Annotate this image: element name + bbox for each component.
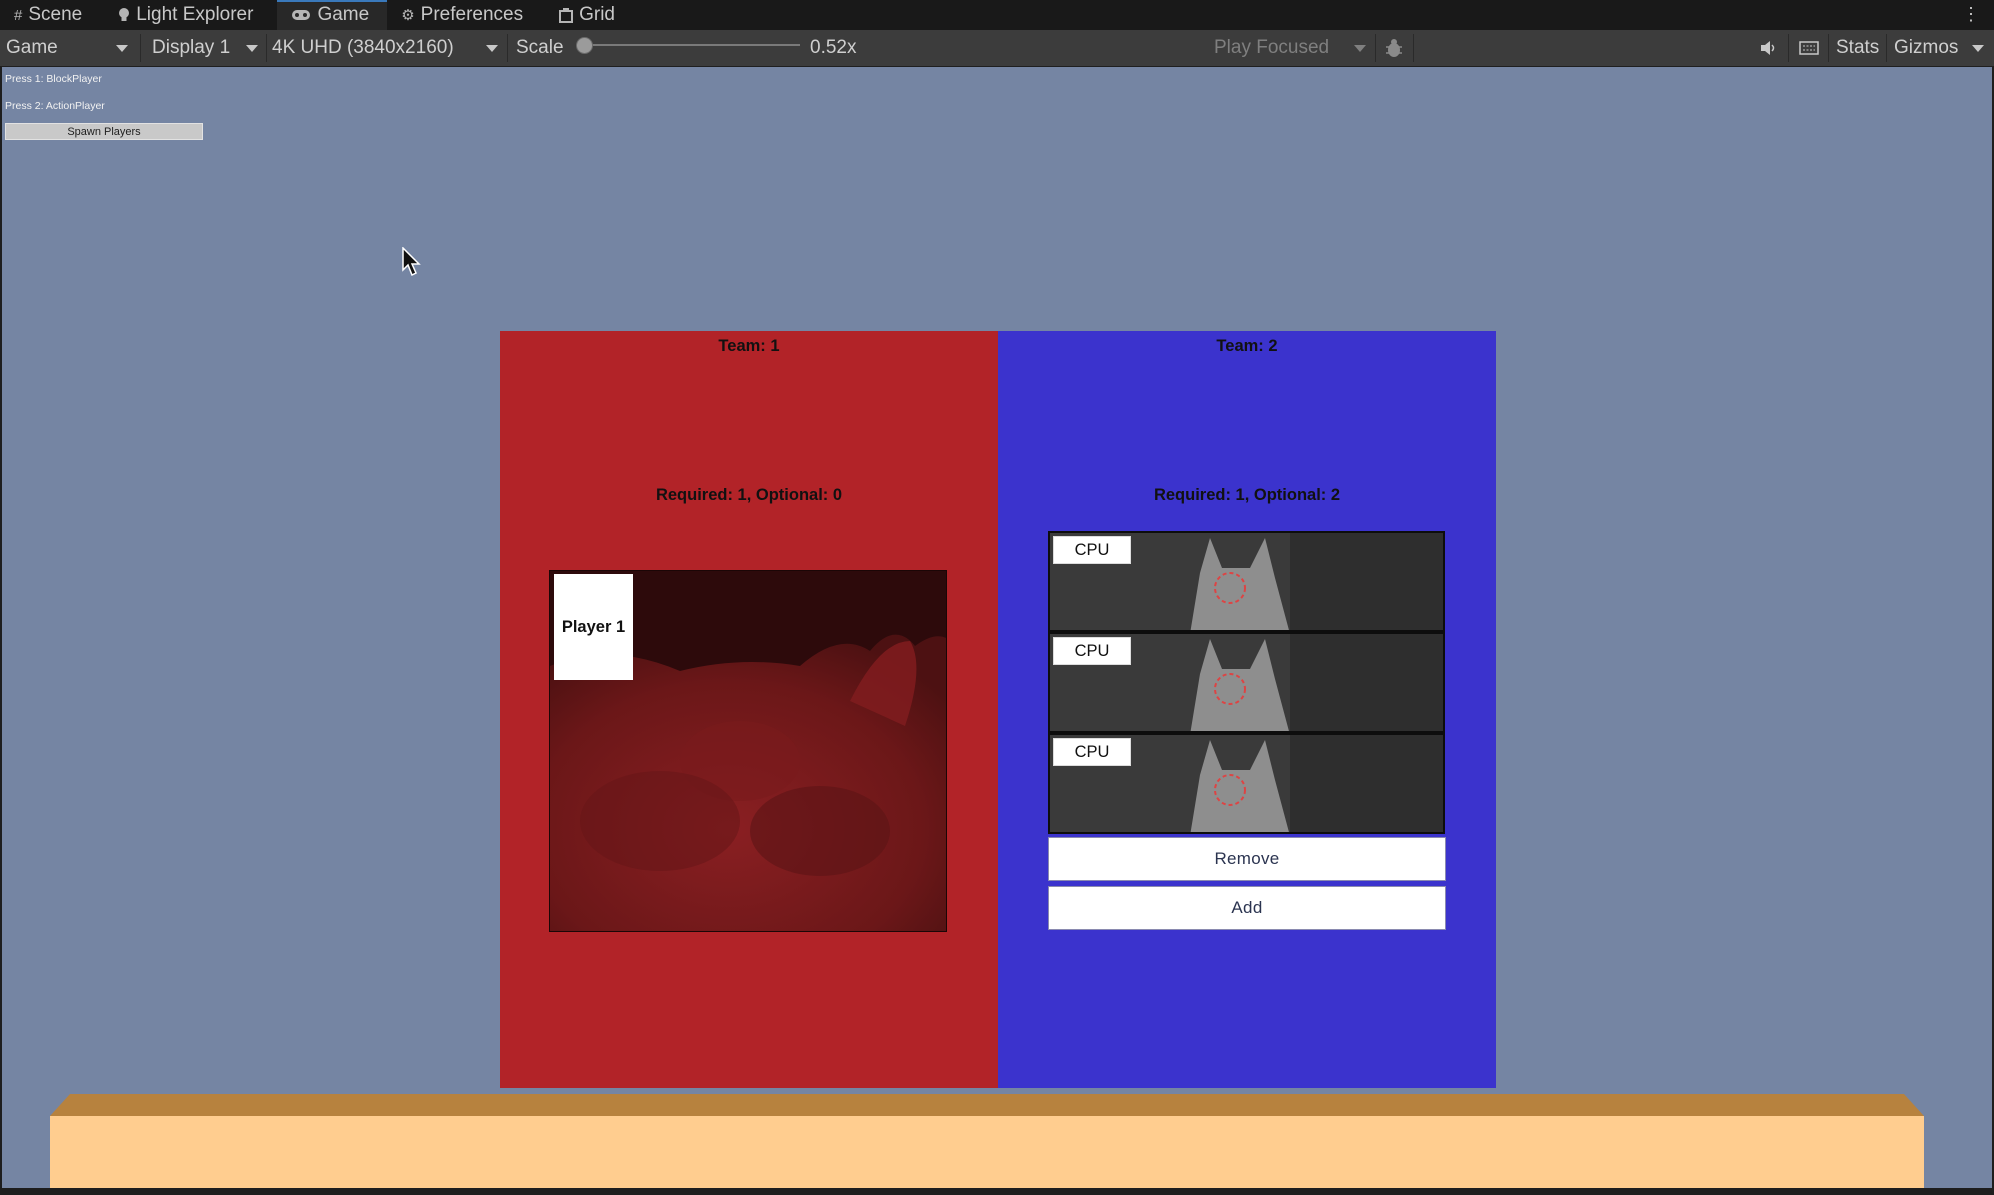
player-1-label: Player 1 — [554, 574, 633, 680]
chevron-down-icon — [486, 45, 498, 52]
lightbulb-icon — [118, 7, 130, 23]
tab-light-explorer-label: Light Explorer — [136, 4, 254, 25]
resolution-value: 4K UHD (3840x2160) — [272, 37, 454, 58]
gizmos-dropdown-arrow[interactable] — [1966, 30, 1988, 66]
add-player-button[interactable]: Add — [1048, 886, 1446, 930]
chevron-down-icon — [1354, 45, 1366, 52]
scale-slider-handle[interactable] — [576, 37, 593, 54]
grid-snap-icon — [559, 7, 574, 23]
tab-light-explorer[interactable]: Light Explorer — [104, 0, 271, 30]
display-value: Display 1 — [152, 37, 231, 58]
cpu-slot-1[interactable]: CPU — [1048, 531, 1445, 632]
team-1-panel: Team: 1 Required: 1, Optional: 0 Player … — [500, 331, 998, 1088]
stats-button[interactable]: Stats — [1836, 30, 1879, 66]
tab-grid[interactable]: Grid — [545, 0, 633, 30]
cpu-slot-3[interactable]: CPU — [1048, 733, 1445, 834]
tab-game-label: Game — [317, 4, 370, 25]
gizmos-button[interactable]: Gizmos — [1894, 30, 1958, 66]
play-mode-value: Play Focused — [1214, 37, 1330, 58]
chevron-down-icon — [1972, 45, 1984, 52]
scale-label: Scale — [516, 37, 564, 58]
spawn-players-button[interactable]: Spawn Players — [5, 123, 203, 140]
grid-hash-icon: # — [14, 6, 23, 24]
tab-preferences[interactable]: ⚙ Preferences — [387, 0, 541, 30]
bug-icon[interactable] — [1382, 30, 1406, 66]
team-2-panel: Team: 2 Required: 1, Optional: 2 CPU CPU — [998, 331, 1496, 1088]
tab-preferences-label: Preferences — [420, 4, 524, 25]
editor-bottom-border — [0, 1188, 1994, 1195]
chevron-down-icon — [246, 45, 258, 52]
scale-value: 0.52x — [810, 37, 857, 58]
view-mode-dropdown[interactable]: Game — [6, 30, 134, 66]
play-mode-dropdown[interactable]: Play Focused — [1214, 30, 1372, 66]
floor-top-surface — [50, 1094, 1924, 1116]
gamepad-icon — [291, 9, 311, 21]
view-mode-value: Game — [6, 37, 58, 58]
cpu-1-label: CPU — [1053, 536, 1131, 564]
mute-audio-icon[interactable] — [1758, 30, 1780, 66]
mouse-cursor-icon — [402, 247, 421, 277]
cpu-slot-2[interactable]: CPU — [1048, 632, 1445, 733]
team-2-title: Team: 2 — [1216, 337, 1278, 355]
gear-icon: ⚙ — [401, 7, 415, 24]
team-1-requirements: Required: 1, Optional: 0 — [655, 486, 843, 504]
floor-front-surface — [50, 1116, 1924, 1188]
tab-game[interactable]: Game — [277, 0, 388, 30]
chevron-down-icon — [116, 45, 128, 52]
tab-scene[interactable]: # Scene — [0, 0, 100, 30]
cpu-3-label: CPU — [1053, 738, 1131, 766]
debug-hint-action-player: Press 2: ActionPlayer — [5, 100, 105, 112]
resolution-dropdown[interactable]: 4K UHD (3840x2160) — [272, 30, 504, 66]
team-2-requirements: Required: 1, Optional: 2 — [1153, 486, 1341, 504]
tab-grid-label: Grid — [579, 4, 616, 25]
remove-player-button[interactable]: Remove — [1048, 837, 1446, 881]
cpu-2-label: CPU — [1053, 637, 1131, 665]
debug-hint-block-player: Press 1: BlockPlayer — [5, 73, 102, 85]
tab-scene-label: Scene — [28, 4, 83, 25]
keyboard-icon[interactable] — [1797, 30, 1821, 66]
scale-slider-track[interactable] — [584, 44, 800, 46]
game-view-toolbar: Game Display 1 4K UHD (3840x2160) Scale … — [0, 30, 1994, 67]
game-view-viewport[interactable]: Press 1: BlockPlayer Press 2: ActionPlay… — [2, 67, 1992, 1188]
editor-tab-bar: # Scene Light Explorer Game ⚙ Preference… — [0, 0, 1994, 30]
team-1-title: Team: 1 — [718, 337, 780, 355]
more-options-icon[interactable]: ⋮ — [1962, 4, 1980, 24]
player-1-slot[interactable]: Player 1 — [549, 570, 947, 932]
display-dropdown[interactable]: Display 1 — [152, 30, 264, 66]
